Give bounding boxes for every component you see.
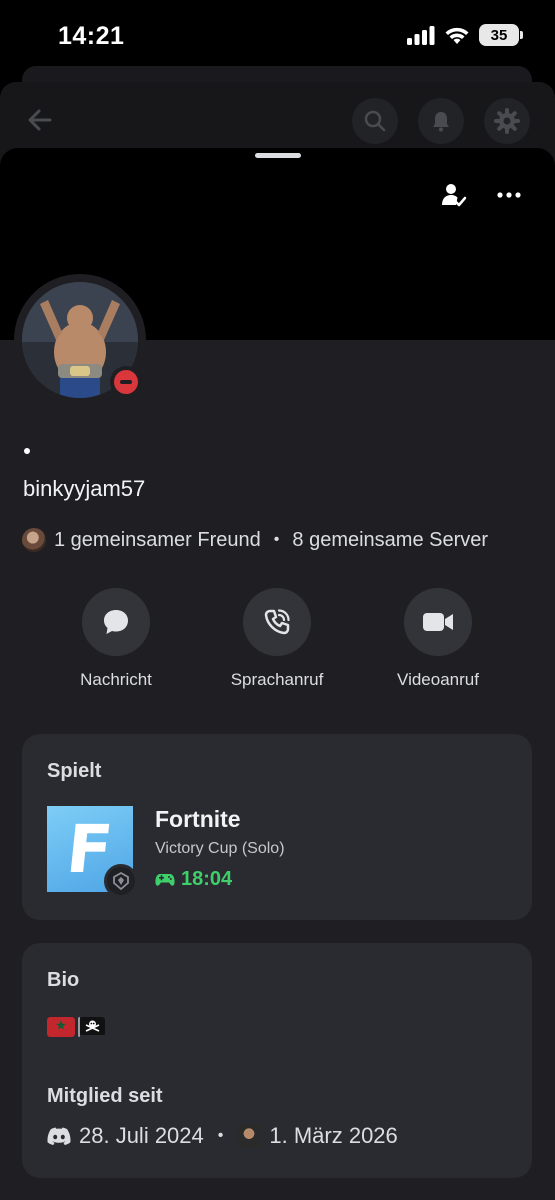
video-call-button[interactable] — [404, 588, 472, 656]
more-horizontal-icon — [497, 192, 521, 198]
voice-call-action[interactable]: Sprachanruf — [197, 588, 357, 690]
bio-heading: Bio — [47, 969, 80, 991]
separator-dot: • — [273, 531, 280, 548]
signal-icon — [407, 26, 435, 45]
mutual-friend-avatar — [22, 528, 46, 552]
message-button[interactable] — [82, 588, 150, 656]
status-bar: 14:21 35 — [0, 0, 555, 70]
message-label: Nachricht — [80, 670, 152, 689]
game-elapsed-time: 18:04 — [155, 868, 232, 891]
do-not-disturb-status-icon — [110, 366, 142, 398]
elapsed-time-text: 18:04 — [181, 868, 233, 890]
friend-status-button[interactable] — [437, 178, 471, 212]
profile-sheet: binkyyjam57 1 gemeinsamer Freund • 8 gem… — [0, 148, 555, 1200]
message-action[interactable]: Nachricht — [36, 588, 196, 690]
profile-actions: Nachricht Sprachanruf Videoanruf — [0, 588, 555, 698]
discord-join-date: 28. Juli 2024 — [79, 1123, 204, 1148]
member-since-heading: Mitglied seit — [47, 1085, 163, 1107]
wifi-icon — [445, 27, 469, 44]
controller-icon — [155, 873, 175, 886]
separator-dot: • — [217, 1127, 224, 1144]
status-icons: 35 — [407, 24, 523, 46]
morocco-flag-icon — [47, 1017, 75, 1037]
member-since-row: 28. Juli 2024 • 1. März 2026 — [47, 1123, 398, 1149]
bio-card: Bio Mitglied seit 28. Juli 2024 • 1. Mär… — [22, 943, 532, 1178]
voice-call-button[interactable] — [243, 588, 311, 656]
background-notification-button[interactable] — [418, 98, 464, 144]
mutual-servers-link[interactable]: 8 gemeinsame Server — [292, 529, 488, 552]
server-icon — [237, 1124, 262, 1148]
avatar-frame — [14, 274, 146, 406]
mutual-friends-link[interactable]: 1 gemeinsamer Freund — [54, 529, 261, 552]
bell-icon — [433, 112, 449, 132]
discord-logo-icon — [47, 1127, 71, 1145]
pirate-flag-icon — [78, 1017, 105, 1037]
phone-icon — [264, 609, 290, 635]
background-settings-button[interactable] — [484, 98, 530, 144]
clock: 14:21 — [58, 22, 125, 50]
video-camera-icon — [423, 613, 453, 631]
gear-icon — [494, 108, 520, 134]
video-call-action[interactable]: Videoanruf — [358, 588, 518, 690]
game-details: Victory Cup (Solo) — [155, 840, 285, 857]
activity-heading: Spielt — [47, 760, 102, 782]
game-rank-badge-icon — [104, 864, 138, 898]
background-search-button[interactable] — [352, 98, 398, 144]
back-arrow-icon[interactable] — [24, 104, 56, 136]
search-icon — [364, 110, 386, 132]
bio-content — [47, 1017, 105, 1037]
server-join-date: 1. März 2026 — [269, 1123, 398, 1148]
game-title: Fortnite — [155, 806, 241, 832]
more-options-button[interactable] — [492, 178, 526, 212]
video-call-label: Videoanruf — [397, 670, 479, 689]
activity-card[interactable]: Spielt F Fortnite Victory Cup (Solo) 18:… — [22, 734, 532, 920]
display-name-placeholder — [24, 448, 30, 454]
voice-call-label: Sprachanruf — [230, 670, 324, 689]
drag-handle[interactable] — [255, 153, 301, 158]
chat-bubble-icon — [104, 610, 128, 634]
mutual-info: 1 gemeinsamer Freund • 8 gemeinsame Serv… — [22, 528, 488, 552]
person-check-icon — [442, 184, 467, 207]
username: binkyyjam57 — [23, 476, 146, 501]
battery-indicator: 35 — [479, 24, 523, 46]
